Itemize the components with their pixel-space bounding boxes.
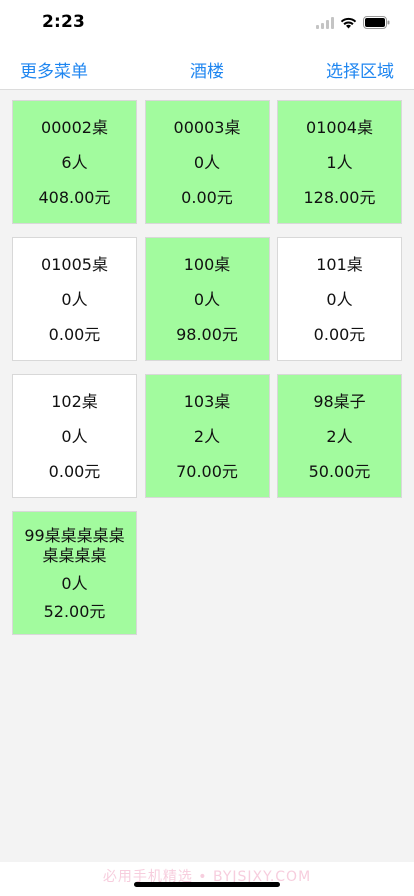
table-amount: 52.00元 — [43, 602, 106, 621]
wifi-icon — [340, 14, 357, 33]
table-card[interactable]: 98桌子 2人 50.00元 — [277, 374, 402, 498]
table-grid: 00002桌 6人 408.00元 00003桌 0人 0.00元 01004桌 1人 128.… — [12, 100, 402, 635]
table-card[interactable]: 01005桌 0人 0.00元 — [12, 237, 137, 361]
table-amount: 0.00元 — [48, 324, 101, 344]
table-guest-count: 1人 — [326, 152, 353, 172]
table-card[interactable]: 99桌桌桌桌桌桌桌桌桌 0人 52.00元 — [12, 511, 137, 635]
table-guest-count: 0人 — [193, 152, 221, 172]
table-name: 101桌 — [316, 255, 363, 275]
table-amount: 50.00元 — [308, 461, 371, 481]
table-name: 102桌 — [51, 392, 98, 412]
table-name: 99桌桌桌桌桌桌桌桌桌 — [24, 526, 125, 565]
table-guest-count: 2人 — [326, 426, 353, 446]
table-card[interactable]: 100桌 0人 98.00元 — [144, 237, 270, 361]
table-amount: 0.00元 — [48, 461, 101, 481]
table-guest-count: 0人 — [326, 289, 353, 309]
table-name: 00003桌 — [173, 118, 241, 138]
table-guest-count: 0人 — [193, 289, 221, 309]
table-guest-count: 2人 — [193, 426, 221, 446]
table-guest-count: 0人 — [61, 426, 88, 446]
table-card[interactable]: 102桌 0人 0.00元 — [12, 374, 137, 498]
table-amount: 128.00元 — [303, 187, 376, 207]
table-amount: 70.00元 — [176, 461, 238, 481]
battery-icon — [363, 14, 390, 33]
table-amount: 0.00元 — [181, 187, 233, 207]
table-card[interactable]: 00003桌 0人 0.00元 — [144, 100, 270, 224]
table-card[interactable]: 01004桌 1人 128.00元 — [277, 100, 402, 224]
table-guest-count: 0人 — [61, 574, 88, 593]
table-amount: 0.00元 — [313, 324, 366, 344]
table-amount: 98.00元 — [176, 324, 238, 344]
status-icons — [316, 14, 390, 33]
table-guest-count: 0人 — [61, 289, 88, 309]
table-name: 01005桌 — [41, 255, 108, 275]
select-area-button[interactable]: 选择区域 — [326, 57, 394, 82]
table-name: 00002桌 — [41, 118, 108, 138]
table-card[interactable]: 00002桌 6人 408.00元 — [12, 100, 137, 224]
status-time: 2:23 — [42, 12, 86, 32]
signal-icon — [316, 14, 334, 33]
table-name: 100桌 — [183, 255, 231, 275]
navigation-bar: 更多菜单 酒楼 选择区域 — [0, 44, 414, 90]
table-card[interactable]: 101桌 0人 0.00元 — [277, 237, 402, 361]
status-bar: 2:23 — [0, 0, 414, 44]
table-card[interactable]: 103桌 2人 70.00元 — [144, 374, 270, 498]
table-name: 01004桌 — [306, 118, 373, 138]
table-guest-count: 6人 — [61, 152, 88, 172]
home-bar: 必用手机精选 • BYJSJXY.COM — [0, 862, 414, 896]
table-amount: 408.00元 — [38, 187, 111, 207]
home-indicator — [134, 882, 280, 887]
table-name: 103桌 — [183, 392, 231, 412]
table-name: 98桌子 — [313, 392, 366, 412]
